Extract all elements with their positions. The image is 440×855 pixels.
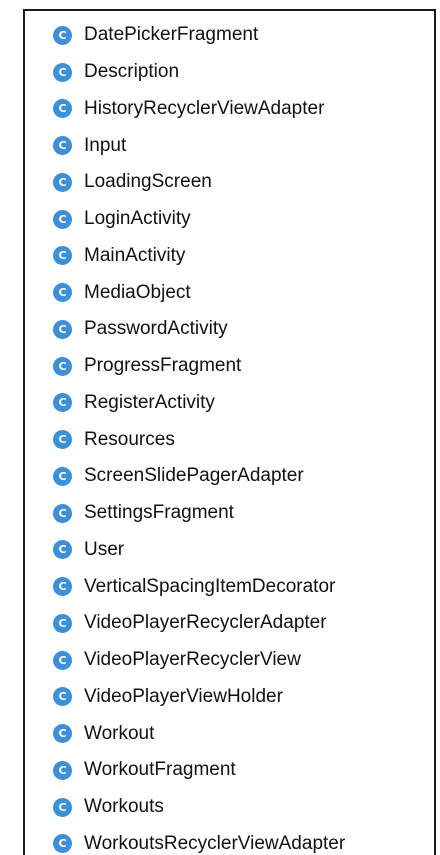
class-name: VideoPlayerViewHolder (84, 685, 283, 707)
class-name: VideoPlayerRecyclerAdapter (84, 612, 327, 634)
class-name: RegisterActivity (84, 391, 215, 413)
class-name: LoginActivity (84, 208, 191, 230)
class-item-workoutfragment[interactable]: C WorkoutFragment (53, 752, 434, 789)
class-icon: C (53, 430, 72, 450)
class-name: PasswordActivity (84, 318, 228, 340)
class-icon: C (53, 687, 72, 707)
class-name: VideoPlayerRecyclerView (84, 649, 301, 671)
class-icon: C (53, 834, 72, 854)
class-icon: C (53, 209, 72, 229)
class-icon: C (53, 466, 72, 486)
class-item-videoplayerrecyclerview[interactable]: C VideoPlayerRecyclerView (53, 642, 434, 679)
class-list: C DatePickerFragment C Description C His… (53, 17, 434, 855)
class-icon: C (53, 613, 72, 633)
class-icon: C (53, 650, 72, 670)
class-name: MediaObject (84, 281, 191, 303)
class-icon: C (53, 62, 72, 82)
class-name: Workout (84, 722, 155, 744)
class-item-workoutsrecyclerviewadapter[interactable]: C WorkoutsRecyclerViewAdapter (53, 826, 434, 855)
class-item-workouts[interactable]: C Workouts (53, 789, 434, 826)
class-item-settingsfragment[interactable]: C SettingsFragment (53, 495, 434, 532)
class-name: Workouts (84, 796, 164, 818)
class-name: SettingsFragment (84, 502, 234, 524)
class-item-screenslidepageradapter[interactable]: C ScreenSlidePagerAdapter (53, 458, 434, 495)
class-item-description[interactable]: C Description (53, 54, 434, 91)
class-name: VerticalSpacingItemDecorator (84, 575, 336, 597)
class-icon: C (53, 393, 72, 413)
class-icon: C (53, 356, 72, 376)
class-item-verticalspacingitemdecorator[interactable]: C VerticalSpacingItemDecorator (53, 568, 434, 605)
class-item-progressfragment[interactable]: C ProgressFragment (53, 348, 434, 385)
class-icon: C (53, 540, 72, 560)
class-name: HistoryRecyclerViewAdapter (84, 97, 325, 119)
class-name: Resources (84, 428, 175, 450)
class-item-videoplayerviewholder[interactable]: C VideoPlayerViewHolder (53, 679, 434, 716)
class-item-passwordactivity[interactable]: C PasswordActivity (53, 311, 434, 348)
class-icon: C (53, 136, 72, 156)
project-tree-panel: C DatePickerFragment C Description C His… (23, 9, 436, 855)
class-name: LoadingScreen (84, 171, 212, 193)
class-item-input[interactable]: C Input (53, 127, 434, 164)
class-item-user[interactable]: C User (53, 532, 434, 569)
class-name: WorkoutsRecyclerViewAdapter (84, 832, 346, 854)
class-name: User (84, 538, 125, 560)
class-name: ScreenSlidePagerAdapter (84, 465, 304, 487)
class-icon: C (53, 577, 72, 597)
class-name: WorkoutFragment (84, 759, 236, 781)
class-name: Description (84, 61, 180, 83)
class-icon: C (53, 283, 72, 303)
class-icon: C (53, 319, 72, 339)
class-item-mediaobject[interactable]: C MediaObject (53, 274, 434, 311)
class-name: DatePickerFragment (84, 24, 259, 46)
class-item-resources[interactable]: C Resources (53, 421, 434, 458)
class-name: MainActivity (84, 244, 186, 266)
class-name: ProgressFragment (84, 355, 242, 377)
class-item-registeractivity[interactable]: C RegisterActivity (53, 385, 434, 422)
class-item-datepickerfragment[interactable]: C DatePickerFragment (53, 17, 434, 54)
class-icon: C (53, 797, 72, 817)
class-icon: C (53, 99, 72, 119)
class-item-loadingscreen[interactable]: C LoadingScreen (53, 164, 434, 201)
class-icon: C (53, 503, 72, 523)
class-item-historyrecyclerviewadapter[interactable]: C HistoryRecyclerViewAdapter (53, 91, 434, 128)
class-item-workout[interactable]: C Workout (53, 715, 434, 752)
class-item-videoplayerrecycleradapter[interactable]: C VideoPlayerRecyclerAdapter (53, 605, 434, 642)
class-icon: C (53, 760, 72, 780)
class-icon: C (53, 246, 72, 266)
class-icon: C (53, 25, 72, 45)
class-item-mainactivity[interactable]: C MainActivity (53, 238, 434, 275)
class-icon: C (53, 724, 72, 744)
class-item-loginactivity[interactable]: C LoginActivity (53, 201, 434, 238)
class-name: Input (84, 134, 127, 156)
class-icon: C (53, 172, 72, 192)
